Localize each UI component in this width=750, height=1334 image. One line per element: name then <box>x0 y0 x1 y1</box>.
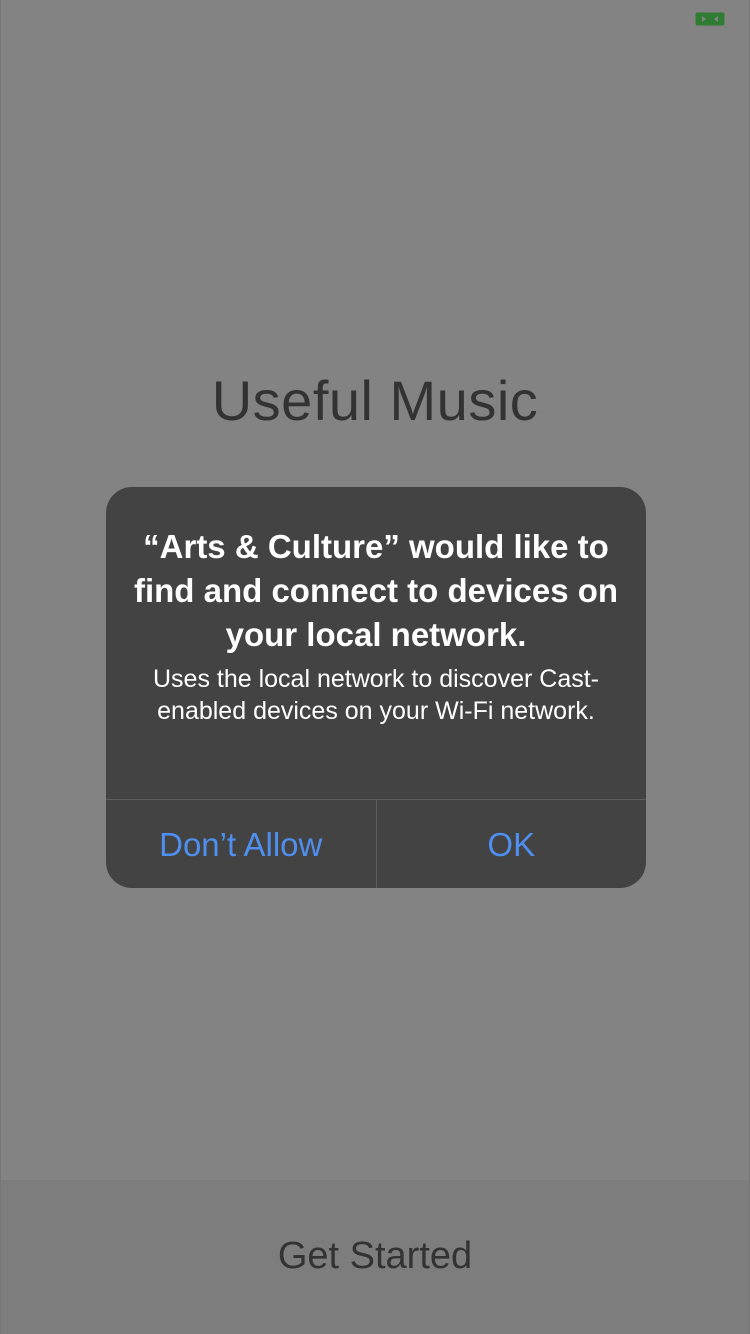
local-network-permission-alert: “Arts & Culture” would like to find and … <box>106 487 646 888</box>
screen-mirroring-icon <box>695 12 725 26</box>
get-started-button[interactable]: Get Started <box>1 1235 749 1278</box>
app-title: Useful Music <box>211 369 539 432</box>
dont-allow-button[interactable]: Don’t Allow <box>106 800 376 888</box>
ok-button[interactable]: OK <box>375 800 647 888</box>
alert-button-row: Don’t Allow OK <box>106 799 646 888</box>
alert-message: Uses the local network to discover Cast-… <box>152 665 599 725</box>
app-screen: Useful Music Get Started “Arts & Culture… <box>0 0 750 1334</box>
alert-title: “Arts & Culture” would like to find and … <box>133 528 619 653</box>
